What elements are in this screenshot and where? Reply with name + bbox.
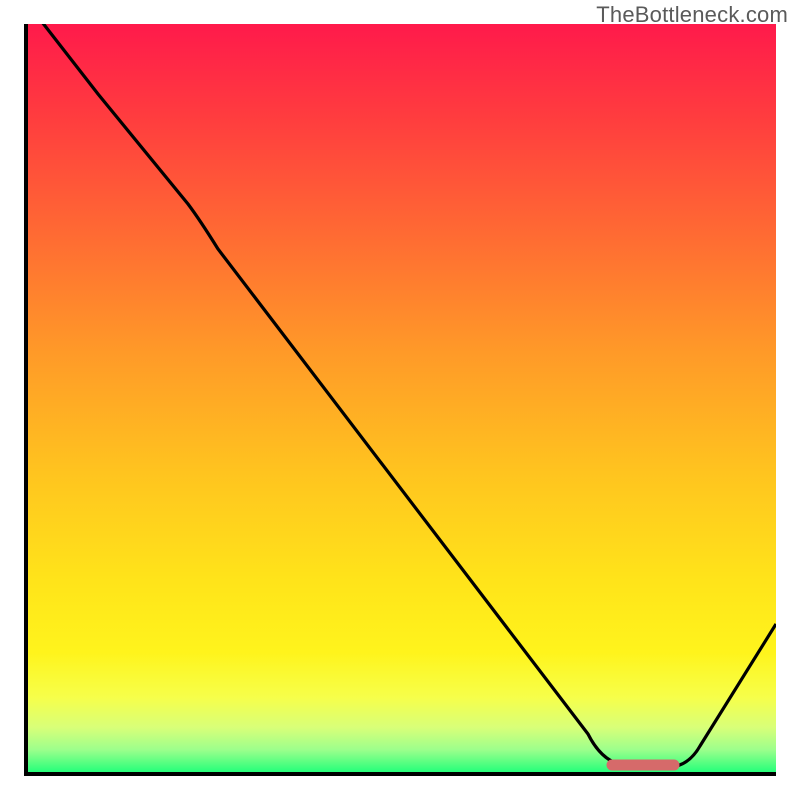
bottleneck-curve [28, 24, 776, 767]
plot-area [28, 24, 776, 772]
chart-container: TheBottleneck.com [0, 0, 800, 800]
curve-layer [28, 24, 776, 772]
